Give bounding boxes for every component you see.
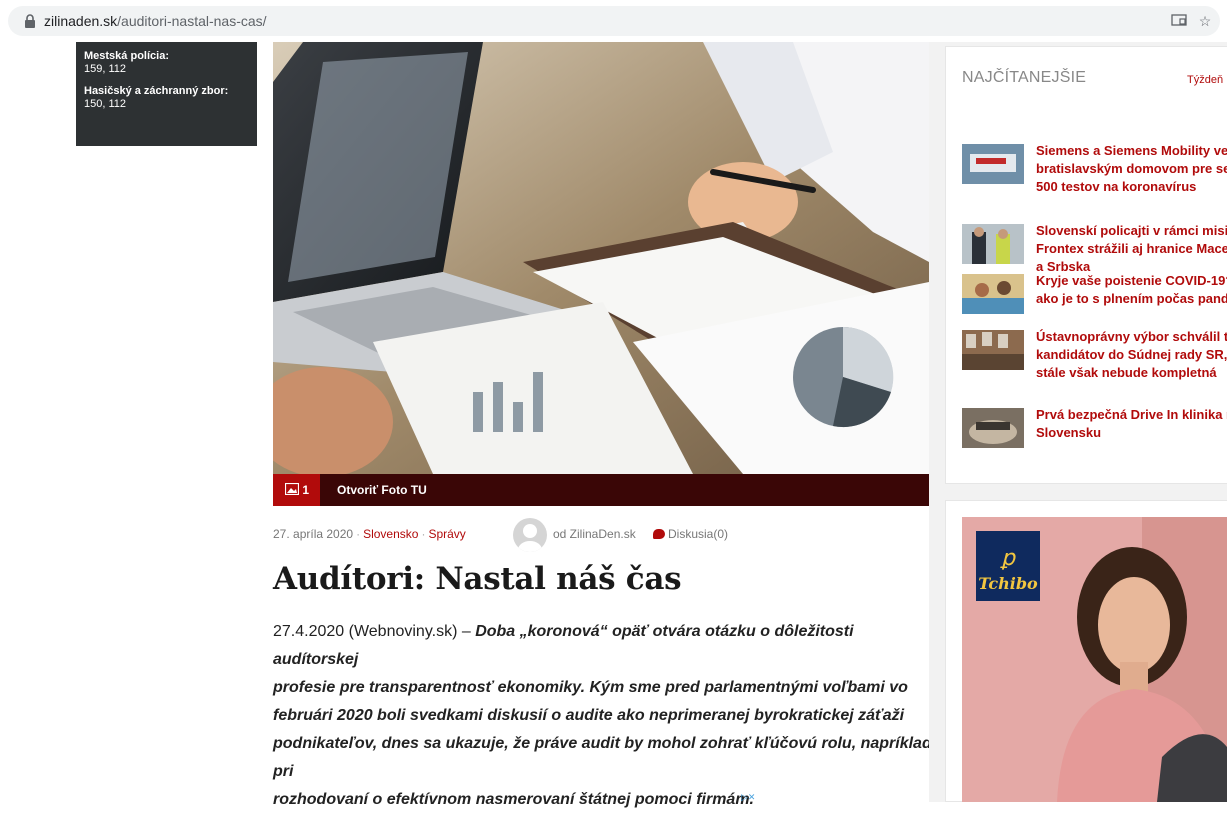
- lead-line: podnikateľov, dnes sa ukazuje, že práve …: [273, 735, 932, 780]
- bookmark-star-icon[interactable]: ☆: [1196, 13, 1214, 29]
- lock-icon: [25, 14, 35, 28]
- cast-icon[interactable]: [1170, 13, 1188, 29]
- article-hero-image[interactable]: [273, 42, 929, 474]
- image-icon: [284, 482, 300, 496]
- item-title[interactable]: Siemens a Siemens Mobility ve bratislavsk…: [1036, 142, 1227, 196]
- item-thumbnail[interactable]: [962, 144, 1024, 184]
- item-thumbnail[interactable]: [962, 224, 1024, 264]
- category-link-spravy[interactable]: Správy: [428, 527, 465, 541]
- emergency-label: Mestská polícia:: [84, 50, 169, 62]
- ad-choices-icon[interactable]: ▷✕: [741, 792, 755, 803]
- lead-line: profesie pre transparentnosť ekonomiky. …: [273, 679, 908, 696]
- most-read-widget: NAJČÍTANEJŠIE Týždeň Siemens a Siemens M…: [945, 46, 1227, 484]
- emergency-numbers-box: Mestská polícia: 159, 112 Hasičský a zác…: [76, 42, 257, 146]
- emergency-label: Hasičský a záchranný zbor:: [84, 85, 229, 97]
- item-thumbnail[interactable]: [962, 408, 1024, 448]
- item-title[interactable]: Slovenskí policajti v rámci misi Frontex …: [1036, 222, 1227, 276]
- discussion-link[interactable]: Diskusia(0): [653, 527, 728, 541]
- item-thumbnail[interactable]: [962, 274, 1024, 314]
- lead-line: februári 2020 boli svedkami diskusií o a…: [273, 707, 905, 724]
- browser-address-bar: zilinaden.sk/auditori-nastal-nas-cas/ ☆: [0, 0, 1227, 42]
- lead-line: rozhodovaní o efektívnom nasmerovaní štá…: [273, 791, 754, 808]
- url-text[interactable]: zilinaden.sk/auditori-nastal-nas-cas/: [44, 13, 267, 29]
- most-read-heading: NAJČÍTANEJŠIE: [962, 69, 1087, 86]
- url-field[interactable]: zilinaden.sk/auditori-nastal-nas-cas/ ☆: [8, 6, 1220, 36]
- office-desk-illustration: [273, 42, 929, 474]
- open-photo-link[interactable]: Otvoriť Foto TU: [337, 474, 427, 506]
- article-meta: 27. apríla 2020 · Slovensko · Správy: [273, 527, 466, 541]
- comment-icon: [653, 529, 665, 539]
- photo-count[interactable]: 1: [273, 474, 320, 506]
- item-thumbnail[interactable]: [962, 330, 1024, 370]
- advertisement-image[interactable]: ꝑ Tchibo: [962, 517, 1227, 802]
- item-title[interactable]: Kryje vaše poistenie COVID-19? ako je to …: [1036, 272, 1227, 308]
- category-link-slovensko[interactable]: Slovensko: [363, 527, 418, 541]
- tchibo-ad-illustration: ꝑ Tchibo: [962, 517, 1227, 802]
- article-date: 27. apríla 2020: [273, 527, 354, 541]
- emergency-value: 150, 112: [84, 98, 127, 110]
- tab-week[interactable]: Týždeň: [1187, 74, 1223, 86]
- article-title: Audítori: Nastal náš čas: [273, 561, 682, 597]
- author-avatar[interactable]: [513, 518, 547, 552]
- svg-text:Tchibo: Tchibo: [978, 574, 1038, 593]
- author-link[interactable]: od ZilinaDen.sk: [553, 527, 636, 541]
- article-lead: 27.4.2020 (Webnoviny.sk) – Doba „koronov…: [273, 618, 935, 814]
- item-title[interactable]: Ústavnoprávny výbor schválil tr kandidáto…: [1036, 328, 1227, 382]
- lead-source: 27.4.2020 (Webnoviny.sk) –: [273, 623, 476, 640]
- emergency-value: 159, 112: [84, 63, 127, 75]
- item-title[interactable]: Prvá bezpečná Drive In klinika n Slovensk…: [1036, 406, 1227, 442]
- user-icon: [518, 524, 542, 552]
- svg-text:ꝑ: ꝑ: [1000, 546, 1016, 571]
- photo-bar: 1 Otvoriť Foto TU: [273, 474, 929, 506]
